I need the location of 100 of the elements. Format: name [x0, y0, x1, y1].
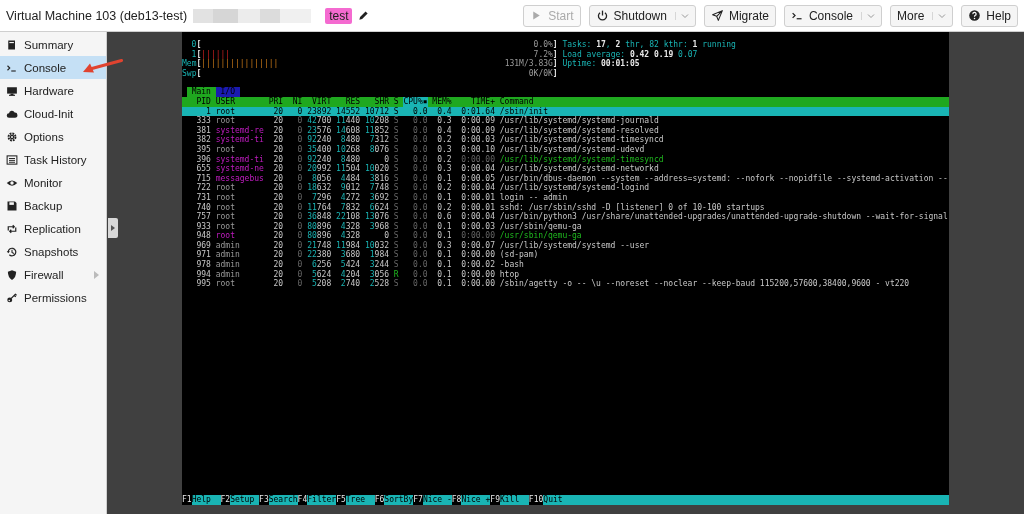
meter-label: Swp — [182, 68, 197, 79]
time-cell-text: 0:00.04 — [460, 212, 495, 222]
priority-cell-text: 20 — [272, 231, 284, 241]
nav-item[interactable]: Replication — [0, 217, 106, 240]
nav-item[interactable]: Backup — [0, 194, 106, 217]
key-action[interactable]: Nice + — [461, 495, 491, 505]
time-cell-text: 0:00.05 — [460, 173, 495, 183]
key-action[interactable]: SortBy — [384, 495, 414, 505]
nav-item[interactable]: Options — [0, 125, 106, 148]
time-cell-text: 0:00.03 — [460, 135, 495, 145]
column-header[interactable]: TIME+ — [456, 96, 495, 107]
virt-cell-text: 6256 — [310, 260, 332, 270]
toolbar-button[interactable]: Help — [961, 4, 1018, 27]
meter-value: 7.2% — [533, 49, 553, 59]
res-cell: 22108 — [336, 212, 361, 222]
priority-cell-text: 20 — [272, 221, 284, 231]
key-label[interactable]: F8 — [451, 495, 462, 505]
toolbar-button[interactable]: Shutdown — [588, 4, 696, 27]
column-header[interactable]: USER — [215, 96, 264, 107]
caret-icon[interactable] — [932, 11, 947, 20]
process-row[interactable]: 655 systemd-ne 20 0 20992 11504 10020 S 0.0 0.3 0:00.04 /usr/lib/systemd/systemd-networkd — [182, 164, 949, 174]
res-cell: 11504 — [336, 164, 361, 174]
toolbar-button[interactable]: Migrate — [703, 4, 776, 27]
nav-item[interactable]: Hardware — [0, 79, 106, 102]
process-row[interactable]: 948 root 20 0 80896 4328 0 S 0.0 0.1 0:00.00 /usr/sbin/qemu-ga — [182, 231, 949, 241]
cpu-cell-text: 0.0 — [412, 106, 428, 116]
process-row[interactable]: 757 root 20 0 36848 22108 13076 S 0.0 0.6 0:00.04 /usr/bin/python3 /usr/share/unattended-upgrades/unattended-upgrade-shutdown --wait-for-signal — [182, 212, 949, 222]
key-label[interactable]: F1 — [182, 495, 192, 505]
virt-cell-text: 92240 — [307, 154, 332, 164]
key-label[interactable]: F5 — [336, 495, 346, 505]
process-row[interactable]: 933 root 20 0 80896 4328 3968 S 0.0 0.1 0:00.03 /usr/sbin/qemu-ga — [182, 221, 949, 232]
command-cell-text: login -- admin — [499, 192, 569, 203]
nav-item[interactable]: Permissions — [0, 286, 106, 309]
column-header[interactable]: RES — [336, 96, 361, 107]
expand-arrow-icon[interactable] — [93, 270, 100, 279]
nice-cell-text: 0 — [296, 125, 303, 135]
process-row[interactable]: 731 root 20 0 7296 4272 3692 S 0.0 0.1 0:00.01 login -- admin — [182, 192, 949, 203]
priority-cell-text: 20 — [272, 250, 284, 260]
process-row[interactable]: 395 root 20 0 35400 10268 8076 S 0.0 0.3 0:00.10 /usr/lib/systemd/systemd-udevd — [182, 144, 949, 155]
process-row[interactable]: 978 admin 20 0 6256 5424 3244 S 0.0 0.1 0:00.02 -bash — [182, 260, 949, 270]
key-action[interactable]: Help — [191, 495, 221, 505]
key-label[interactable]: F9 — [490, 495, 500, 505]
column-header[interactable]: S — [393, 96, 399, 107]
screen-tab[interactable]: Main — [186, 87, 216, 97]
nav-item[interactable]: Task History — [0, 148, 106, 171]
process-row[interactable]: 740 root 20 0 11764 7832 6624 S 0.0 0.2 0:00.01 sshd: /usr/sbin/sshd -D [listener] 0 of 10-100 startups — [182, 202, 949, 213]
process-row[interactable]: 333 root 20 0 42700 11440 10208 S 0.0 0.3 0:00.09 /usr/lib/systemd/systemd-journald — [182, 116, 949, 126]
process-row[interactable]: 1 root 20 0 23892 14552 10712 S 0.0 0.4 0:01.64 /sbin/init — [182, 106, 949, 117]
nav-item[interactable]: Console — [0, 56, 106, 79]
process-row[interactable]: 381 systemd-re 20 0 23576 14608 11852 S 0.0 0.4 0:00.09 /usr/lib/systemd/systemd-resolved — [182, 125, 949, 136]
nav-item[interactable]: Cloud-Init — [0, 102, 106, 125]
terminal-screen[interactable] — [182, 32, 949, 505]
column-header[interactable]: CPU%▪ — [403, 96, 428, 107]
key-label[interactable]: F6 — [374, 495, 385, 505]
nav-item[interactable]: Monitor — [0, 171, 106, 194]
process-row[interactable]: 995 root 20 0 5208 2740 2528 S 0.0 0.1 0:00.00 /sbin/agetty -o -- \u --noreset --noclear --keep-baud 115200,57600,38400,9600 - vt220 — [182, 279, 949, 289]
cpu-cell-text: 0.0 — [412, 212, 428, 222]
caret-icon[interactable] — [860, 11, 875, 20]
process-row[interactable]: 722 root 20 0 18632 9012 7748 S 0.0 0.2 0:00.04 /usr/lib/systemd/systemd-logind — [182, 183, 949, 193]
column-header[interactable]: Command — [499, 96, 949, 107]
pid-cell-text: 1 — [205, 106, 211, 116]
mem-cell-text: 0.1 — [436, 269, 452, 279]
caret-icon[interactable] — [674, 11, 689, 20]
pencil-icon[interactable] — [358, 10, 370, 21]
column-header[interactable]: MEM% — [432, 96, 452, 107]
mem-cell-text: 0.1 — [436, 231, 452, 241]
process-row[interactable]: 994 admin 20 0 5624 4204 3056 R 0.0 0.1 0:00.00 htop — [182, 269, 949, 280]
nav-item[interactable]: Firewall — [0, 263, 106, 286]
cpu-cell-text: 0.0 — [412, 144, 428, 155]
nav-item[interactable]: Snapshots — [0, 240, 106, 263]
shr-cell-text: 6624 — [368, 202, 390, 212]
process-row[interactable]: 715 messagebus 20 0 8056 4484 3816 S 0.0 0.1 0:00.05 /usr/bin/dbus-daemon --system --address=systemd: --nofork --nopidfile --systemd-activation -- — [182, 173, 949, 184]
key-label[interactable]: F2 — [220, 495, 231, 505]
process-row[interactable]: 382 systemd-ti 20 0 92240 8480 7312 S 0.0 0.2 0:00.03 /usr/lib/systemd/systemd-timesyncd — [182, 135, 949, 145]
command-cell-text: /usr/lib/systemd/systemd-resolved — [499, 125, 659, 136]
key-action[interactable]: Setup — [230, 495, 260, 505]
toolbar-button[interactable]: Console — [783, 4, 882, 27]
key-label[interactable]: F7 — [413, 495, 423, 505]
process-row[interactable]: 396 systemd-ti 20 0 92240 8480 0 S 0.0 0.2 0:00.00 /usr/lib/systemd/systemd-timesyncd — [182, 154, 949, 165]
nice-cell-text: 0 — [296, 221, 303, 231]
toolbar-button[interactable]: More — [889, 4, 954, 27]
key-action[interactable]: Tree — [345, 495, 375, 505]
process-row[interactable]: 971 admin 20 0 22380 3680 1984 S 0.0 0.1 0:00.00 (sd-pam) — [182, 250, 949, 261]
key-action[interactable]: Search — [268, 495, 298, 505]
key-label[interactable]: F3 — [259, 495, 269, 505]
column-header[interactable]: NI — [287, 96, 303, 107]
key-label[interactable]: F4 — [297, 495, 308, 505]
mem-cell-text: 0.2 — [436, 154, 452, 164]
column-header[interactable]: PID — [182, 96, 211, 107]
cpu-cell-text: 0.0 — [412, 279, 428, 289]
collapse-handle[interactable] — [108, 218, 118, 238]
mem-cell-text: 0.1 — [436, 250, 452, 260]
pid-cell-text: 396 — [195, 154, 211, 164]
column-header[interactable]: SHR — [364, 96, 390, 107]
nav-item[interactable]: Summary — [0, 33, 106, 56]
key-action[interactable]: Filter — [307, 495, 337, 505]
key-action[interactable]: Quit — [543, 495, 573, 505]
process-row[interactable]: 969 admin 20 0 21748 11984 10032 S 0.0 0.3 0:00.07 /usr/lib/systemd/systemd --user — [182, 240, 949, 251]
column-header[interactable]: PRI — [268, 96, 284, 107]
column-header[interactable]: VIRT — [307, 96, 332, 107]
